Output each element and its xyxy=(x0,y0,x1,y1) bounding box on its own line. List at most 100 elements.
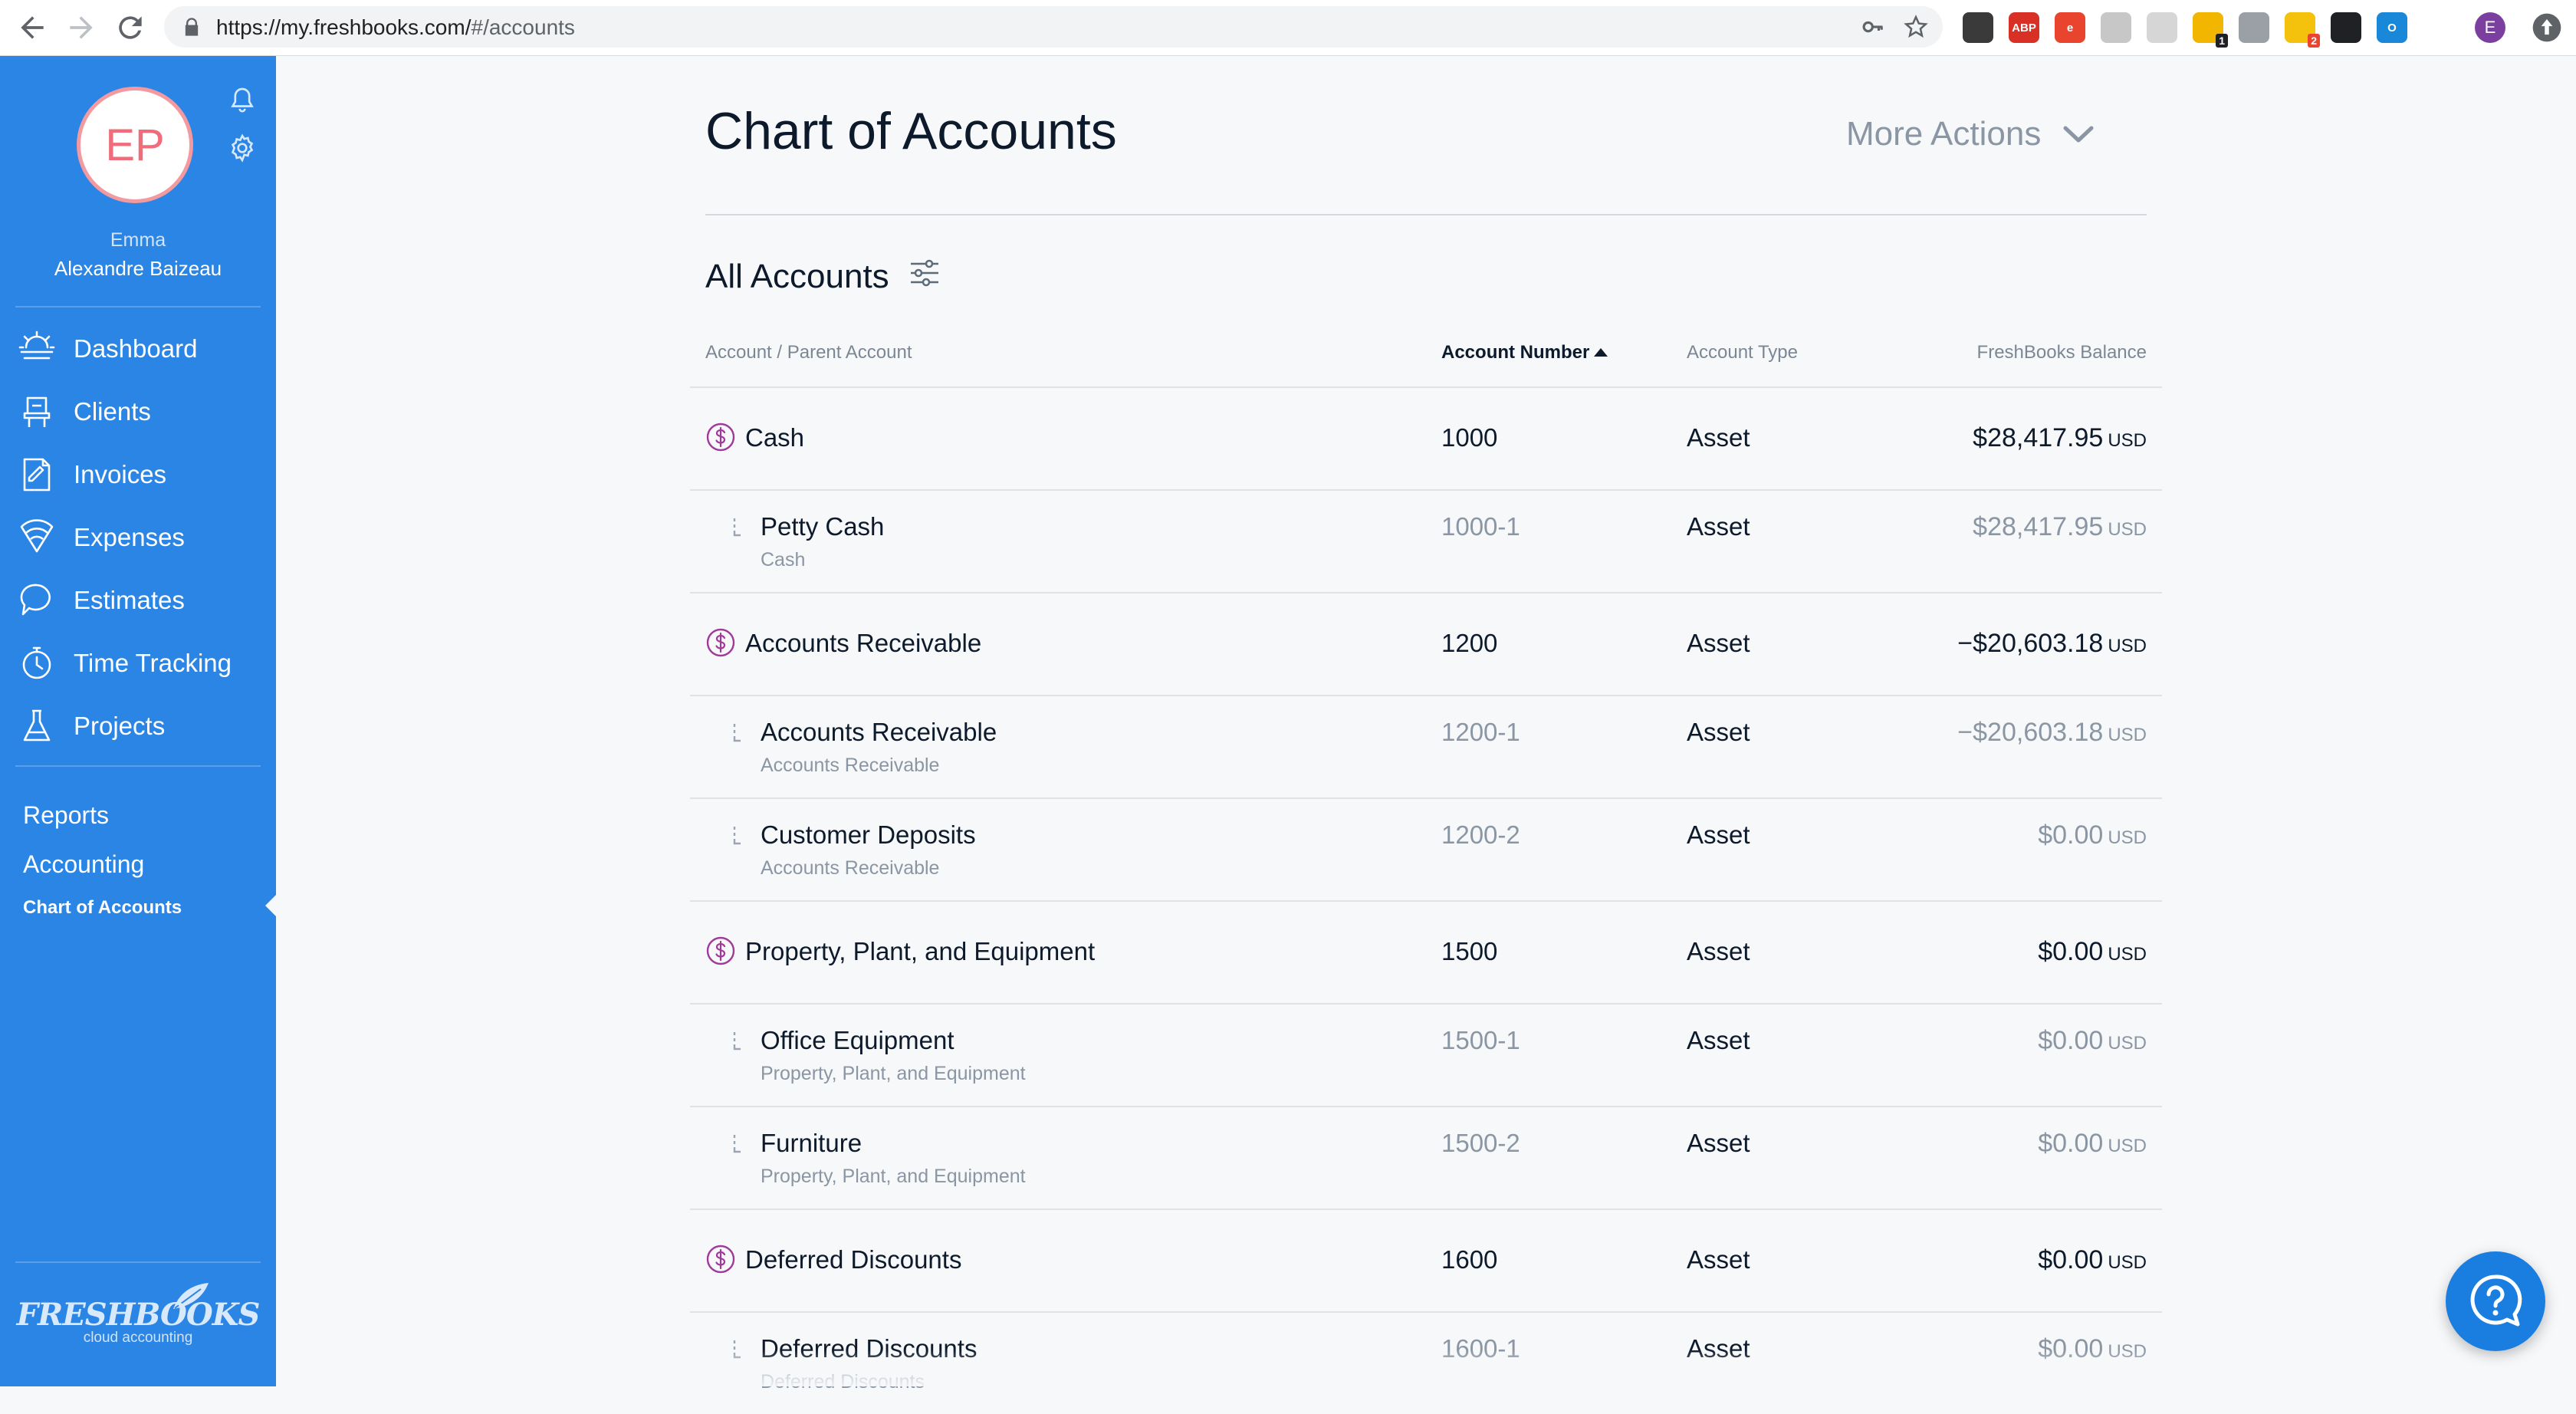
bookmark-star-icon[interactable] xyxy=(1903,14,1929,40)
account-row[interactable]: Accounts Receivable 1200 Asset −$20,603.18 U… xyxy=(690,592,2162,695)
parent-account-name: Property, Plant, and Equipment xyxy=(761,1063,1026,1084)
adblock-icon[interactable]: ABP xyxy=(2009,12,2039,43)
tag-icon[interactable] xyxy=(2101,12,2131,43)
account-name[interactable]: Furniture xyxy=(761,1129,862,1158)
account-name[interactable]: Accounts Receivable xyxy=(761,718,997,747)
camera-icon[interactable] xyxy=(2331,12,2361,43)
sub-account-row[interactable]: Furniture Property, Plant, and Equipment 1… xyxy=(690,1106,2162,1208)
sidebar-item-label: Time Tracking xyxy=(74,649,232,677)
section-title: All Accounts xyxy=(705,258,889,295)
extension-badge: 2 xyxy=(2308,34,2320,48)
account-number: 1600-1 xyxy=(1441,1334,1520,1363)
column-header-account[interactable]: Account / Parent Account xyxy=(705,342,912,363)
chevron-down-icon xyxy=(2063,126,2094,143)
reload-icon[interactable] xyxy=(113,11,147,44)
freshbooks-logo[interactable]: FRESHBOOKS cloud accounting xyxy=(0,1297,276,1347)
parent-account-name: Accounts Receivable xyxy=(761,755,940,776)
child-account-icon xyxy=(733,518,741,537)
account-type: Asset xyxy=(1687,423,1750,452)
account-name[interactable]: Petty Cash xyxy=(761,512,884,541)
account-balance: $0.00 USD xyxy=(2038,1026,2147,1056)
grid-icon[interactable] xyxy=(2147,12,2177,43)
sub-account-row[interactable]: Petty Cash Cash 1000-1 Asset $28,417.95 USD xyxy=(690,489,2162,592)
account-name[interactable]: Property, Plant, and Equipment xyxy=(745,937,1095,966)
sidebar-item-dashboard[interactable]: Dashboard xyxy=(0,322,276,376)
account-number: 1200-2 xyxy=(1441,820,1520,849)
profile-initial: E xyxy=(2484,18,2496,37)
url-text[interactable]: https://my.freshbooks.com/#/accounts xyxy=(216,15,575,40)
balance-amount: $0.00 xyxy=(2038,937,2104,966)
sidebar-item-chart-of-accounts[interactable]: Chart of Accounts xyxy=(23,897,182,919)
sort-ascending-icon xyxy=(1594,348,1608,357)
account-type: Asset xyxy=(1687,1026,1750,1054)
user-avatar[interactable]: EP xyxy=(77,87,193,203)
account-balance: −$20,603.18 USD xyxy=(1957,629,2147,659)
account-type: Asset xyxy=(1687,1245,1750,1274)
address-bar[interactable]: https://my.freshbooks.com/#/accounts xyxy=(164,6,1943,48)
currency-code: USD xyxy=(2108,1252,2147,1273)
sidebar-item-expenses[interactable]: Expenses xyxy=(0,511,276,564)
logo-wordmark: FRESHBOOKS xyxy=(16,1297,261,1333)
account-row[interactable]: Property, Plant, and Equipment 1500 Asset $… xyxy=(690,900,2162,1003)
circle-o-icon[interactable]: O xyxy=(2377,12,2407,43)
forward-icon[interactable] xyxy=(64,11,98,44)
account-name[interactable]: Customer Deposits xyxy=(761,820,976,850)
sub-account-row[interactable]: Office Equipment Property, Plant, and Equ… xyxy=(690,1003,2162,1106)
briefcase-icon[interactable] xyxy=(2239,12,2269,43)
e-extension-icon[interactable]: e xyxy=(2055,12,2085,43)
account-row[interactable]: Deferred Discounts 1600 Asset $0.00 USD xyxy=(690,1208,2162,1311)
sticky-note-icon[interactable]: 1 xyxy=(2193,12,2228,48)
bulb-icon[interactable]: 2 xyxy=(2285,12,2320,48)
bell-icon[interactable] xyxy=(227,85,258,116)
account-name[interactable]: Deferred Discounts xyxy=(761,1334,977,1363)
sidebar-item-clients[interactable]: Clients xyxy=(0,385,276,439)
browser-menu-icon[interactable] xyxy=(2530,11,2564,44)
currency-code: USD xyxy=(2108,944,2147,965)
clients-icon xyxy=(23,396,51,427)
extension-label: ABP xyxy=(2012,21,2036,35)
sidebar-item-time-tracking[interactable]: Time Tracking xyxy=(0,636,276,690)
sidebar-item-reports[interactable]: Reports xyxy=(23,801,109,830)
balance-amount: $28,417.95 xyxy=(1973,423,2104,452)
account-row[interactable]: Cash 1000 Asset $28,417.95 USD xyxy=(690,386,2162,489)
currency-code: USD xyxy=(2108,1136,2147,1156)
column-header-account-type[interactable]: Account Type xyxy=(1687,342,1798,363)
sidebar-item-estimates[interactable]: Estimates xyxy=(0,574,276,627)
account-name[interactable]: Cash xyxy=(745,423,804,452)
account-name[interactable]: Deferred Discounts xyxy=(745,1245,961,1274)
back-icon[interactable] xyxy=(15,11,49,44)
dollar-circle-icon xyxy=(706,1245,735,1274)
sub-account-row[interactable]: Customer Deposits Accounts Receivable 1200… xyxy=(690,797,2162,900)
page-title: Chart of Accounts xyxy=(705,102,1117,160)
browser-profile-avatar[interactable]: E xyxy=(2475,12,2505,43)
sidebar-item-label: Dashboard xyxy=(74,334,198,363)
sub-account-row[interactable]: Accounts Receivable Accounts Receivable 12… xyxy=(690,695,2162,797)
pocket-icon[interactable] xyxy=(1963,12,1993,43)
user-last-name: Alexandre Baizeau xyxy=(54,257,222,280)
sidebar-item-projects[interactable]: Projects xyxy=(0,699,276,753)
account-number: 1200 xyxy=(1441,629,1498,657)
more-actions-dropdown[interactable]: More Actions xyxy=(1846,115,2096,153)
key-icon[interactable] xyxy=(1861,15,1884,38)
account-balance: $0.00 USD xyxy=(2038,937,2147,967)
account-name[interactable]: Accounts Receivable xyxy=(745,629,981,658)
sidebar-item-accounting[interactable]: Accounting xyxy=(23,850,144,879)
gear-icon[interactable] xyxy=(227,133,258,163)
estimates-icon xyxy=(20,584,51,616)
sub-account-row[interactable]: Deferred Discounts Deferred Discounts 1600… xyxy=(690,1311,2162,1414)
account-number: 1200-1 xyxy=(1441,718,1520,746)
account-type: Asset xyxy=(1687,820,1750,849)
extensions-bar: ABP e 1 2 O xyxy=(1963,11,2407,48)
invoices-icon xyxy=(23,458,51,492)
active-item-marker xyxy=(265,895,276,916)
balance-amount: $0.00 xyxy=(2038,1245,2104,1274)
time-tracking-icon xyxy=(22,646,51,679)
column-header-account-number[interactable]: Account Number xyxy=(1441,342,1608,363)
sidebar-item-invoices[interactable]: Invoices xyxy=(0,448,276,501)
expenses-icon xyxy=(20,519,54,553)
column-header-balance[interactable]: FreshBooks Balance xyxy=(1977,342,2147,363)
filter-sliders-icon[interactable] xyxy=(908,256,941,290)
account-balance: $28,417.95 USD xyxy=(1973,512,2147,542)
account-name[interactable]: Office Equipment xyxy=(761,1026,955,1055)
help-chat-button[interactable] xyxy=(2446,1251,2545,1351)
